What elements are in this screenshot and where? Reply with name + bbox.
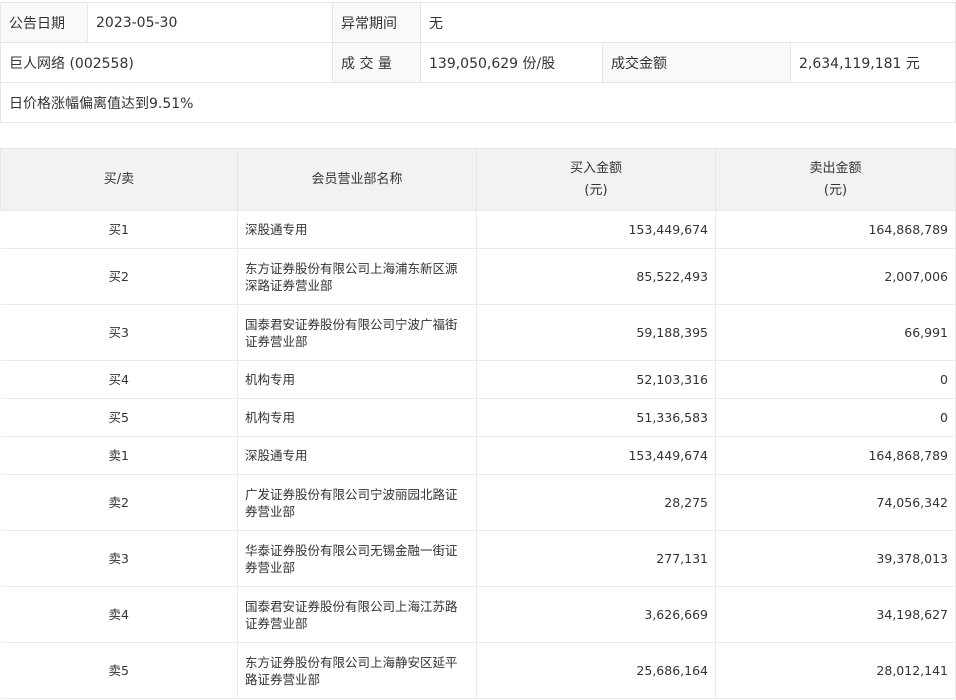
amount-value: 2,634,119,181 元 <box>789 42 956 83</box>
side-cell: 卖4 <box>0 586 238 643</box>
reason-text: 日价格涨幅偏离值达到9.51% <box>0 82 956 123</box>
sell-amount-cell: 0 <box>715 398 956 437</box>
dept-cell: 华泰证券股份有限公司无锡金融一街证券营业部 <box>237 530 477 587</box>
table-row: 卖2 广发证券股份有限公司宁波丽园北路证券营业部 28,275 74,056,3… <box>0 474 956 531</box>
dept-cell: 东方证券股份有限公司上海静安区延平路证券营业部 <box>237 642 477 699</box>
buy-amount-cell: 153,449,674 <box>476 436 716 475</box>
side-cell: 卖3 <box>0 530 238 587</box>
side-cell: 买1 <box>0 210 238 249</box>
side-cell: 卖1 <box>0 436 238 475</box>
buy-amount-cell: 3,626,669 <box>476 586 716 643</box>
buy-amount-cell: 59,188,395 <box>476 304 716 361</box>
table-row: 卖4 国泰君安证券股份有限公司上海江苏路证券营业部 3,626,669 34,1… <box>0 586 956 643</box>
buy-amount-cell: 28,275 <box>476 474 716 531</box>
dept-cell: 国泰君安证券股份有限公司上海江苏路证券营业部 <box>237 586 477 643</box>
buy-amount-cell: 277,131 <box>476 530 716 587</box>
header-side: 买/卖 <box>0 148 238 211</box>
info-row-date: 公告日期 2023-05-30 异常期间 无 <box>0 2 956 43</box>
table-row: 卖5 东方证券股份有限公司上海静安区延平路证券营业部 25,686,164 28… <box>0 642 956 699</box>
side-cell: 买4 <box>0 360 238 399</box>
table-row: 卖3 华泰证券股份有限公司无锡金融一街证券营业部 277,131 39,378,… <box>0 530 956 587</box>
header-buy-amount: 买入金额 (元) <box>476 148 716 211</box>
table-row: 卖1 深股通专用 153,449,674 164,868,789 <box>0 436 956 475</box>
dept-cell: 深股通专用 <box>237 436 477 475</box>
side-cell: 卖5 <box>0 642 238 699</box>
side-cell: 买2 <box>0 248 238 305</box>
sell-amount-cell: 164,868,789 <box>715 210 956 249</box>
announcement-info-table: 公告日期 2023-05-30 异常期间 无 巨人网络 (002558) 成 交… <box>0 2 956 123</box>
header-dept: 会员营业部名称 <box>237 148 477 211</box>
period-label: 异常期间 <box>332 2 421 43</box>
period-value: 无 <box>419 2 956 43</box>
buy-amount-cell: 51,336,583 <box>476 398 716 437</box>
header-sell-line1: 卖出金额 <box>809 160 862 176</box>
volume-value: 139,050,629 份/股 <box>420 42 603 83</box>
dept-cell: 机构专用 <box>237 398 477 437</box>
table-row: 买2 东方证券股份有限公司上海浦东新区源深路证券营业部 85,522,493 2… <box>0 248 956 305</box>
header-buy-line1: 买入金额 <box>569 160 622 176</box>
dept-cell: 机构专用 <box>237 360 477 399</box>
dept-cell: 国泰君安证券股份有限公司宁波广福街证券营业部 <box>237 304 477 361</box>
buy-amount-cell: 85,522,493 <box>476 248 716 305</box>
header-buy-line2: (元) <box>584 182 608 198</box>
date-label: 公告日期 <box>0 2 88 43</box>
header-sell-amount: 卖出金额 (元) <box>715 148 956 211</box>
info-row-reason: 日价格涨幅偏离值达到9.51% <box>0 82 956 123</box>
buy-amount-cell: 153,449,674 <box>476 210 716 249</box>
dept-cell: 广发证券股份有限公司宁波丽园北路证券营业部 <box>237 474 477 531</box>
side-cell: 买5 <box>0 398 238 437</box>
sell-amount-cell: 0 <box>715 360 956 399</box>
buy-amount-cell: 52,103,316 <box>476 360 716 399</box>
side-cell: 买3 <box>0 304 238 361</box>
volume-label: 成 交 量 <box>332 42 421 83</box>
sell-amount-cell: 164,868,789 <box>715 436 956 475</box>
sell-amount-cell: 34,198,627 <box>715 586 956 643</box>
table-header-row: 买/卖 会员营业部名称 买入金额 (元) 卖出金额 (元) <box>0 148 956 211</box>
sell-amount-cell: 74,056,342 <box>715 474 956 531</box>
sell-amount-cell: 66,991 <box>715 304 956 361</box>
dept-cell: 东方证券股份有限公司上海浦东新区源深路证券营业部 <box>237 248 477 305</box>
trading-seats-table: 买/卖 会员营业部名称 买入金额 (元) 卖出金额 (元) 买1 深股通专用 1… <box>0 148 956 699</box>
table-row: 买1 深股通专用 153,449,674 164,868,789 <box>0 210 956 249</box>
stock-name: 巨人网络 (002558) <box>0 42 333 83</box>
date-value: 2023-05-30 <box>87 2 333 43</box>
sell-amount-cell: 39,378,013 <box>715 530 956 587</box>
dept-cell: 深股通专用 <box>237 210 477 249</box>
side-cell: 卖2 <box>0 474 238 531</box>
sell-amount-cell: 28,012,141 <box>715 642 956 699</box>
amount-label: 成交金额 <box>602 42 791 83</box>
table-row: 买3 国泰君安证券股份有限公司宁波广福街证券营业部 59,188,395 66,… <box>0 304 956 361</box>
info-row-stock: 巨人网络 (002558) 成 交 量 139,050,629 份/股 成交金额… <box>0 42 956 83</box>
header-sell-line2: (元) <box>823 182 848 198</box>
table-row: 买4 机构专用 52,103,316 0 <box>0 360 956 399</box>
buy-amount-cell: 25,686,164 <box>476 642 716 699</box>
sell-amount-cell: 2,007,006 <box>715 248 956 305</box>
table-row: 买5 机构专用 51,336,583 0 <box>0 398 956 437</box>
